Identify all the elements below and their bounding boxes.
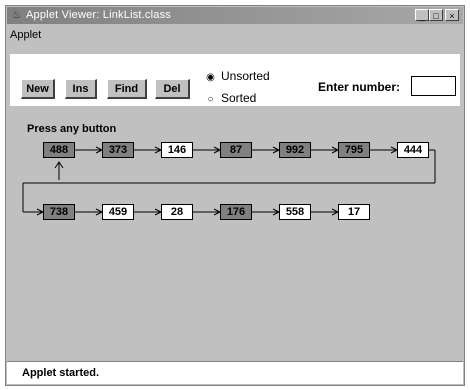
status-bar: Applet started. <box>7 361 463 384</box>
status-text: Applet started. <box>22 367 100 379</box>
applet-viewer-window: ♨ Applet Viewer: LinkList.class _ □ × Ap… <box>5 5 465 386</box>
link-arrows <box>22 146 436 216</box>
